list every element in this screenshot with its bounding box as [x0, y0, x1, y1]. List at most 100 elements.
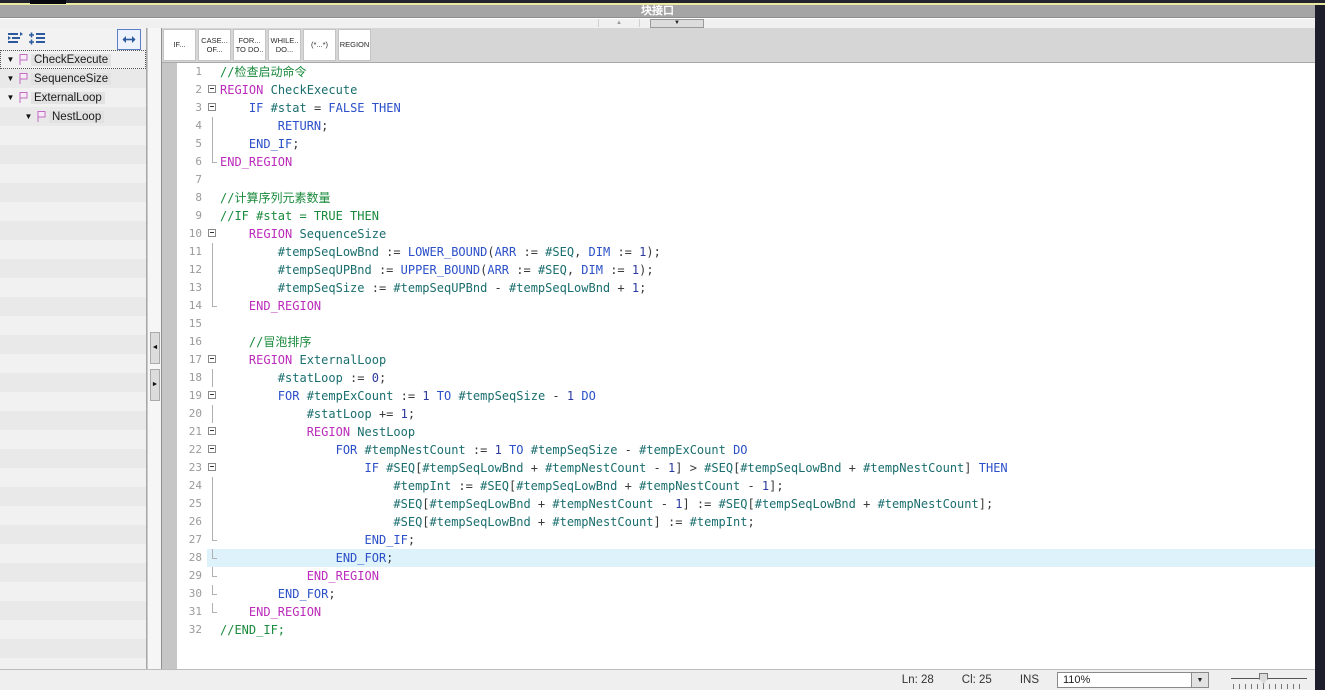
code-line-body[interactable] [207, 171, 1315, 189]
fold-guide [207, 207, 220, 225]
fold-guide [207, 189, 220, 207]
tree-item-externalloop[interactable]: ▼ExternalLoop [0, 88, 146, 107]
code-line-body[interactable]: #tempSeqUPBnd := UPPER_BOUND(ARR := #SEQ… [207, 261, 1315, 279]
tree-expander-icon[interactable]: ▼ [4, 55, 17, 64]
zoom-slider[interactable] [1231, 672, 1307, 688]
zoom-slider-ticks [1233, 684, 1305, 689]
code-line-body[interactable]: RETURN; [207, 117, 1315, 135]
code-line-22: 22 FOR #tempNestCount := 1 TO #tempSeqSi… [177, 441, 1315, 459]
code-line-body[interactable]: END_FOR; [207, 585, 1315, 603]
code-line-5: 5 END_IF; [177, 135, 1315, 153]
region-flag-icon [17, 72, 31, 85]
line-number: 7 [177, 171, 207, 189]
line-number: 11 [177, 243, 207, 261]
code-line-body[interactable]: //检查启动命令 [207, 63, 1315, 81]
code-line-21: 21 REGION NestLoop [177, 423, 1315, 441]
fold-guide [207, 261, 220, 279]
interface-splitter-row: ▲ ▼ [0, 18, 1315, 28]
tree-expander-icon[interactable]: ▼ [4, 74, 17, 83]
toolbar-button-label: IF... [173, 40, 185, 49]
code-line-body[interactable]: #statLoop += 1; [207, 405, 1315, 423]
code-line-body[interactable]: END_IF; [207, 531, 1315, 549]
code-line-body[interactable]: END_IF; [207, 135, 1315, 153]
toolbar-button-if[interactable]: IF... [163, 29, 196, 61]
code-line-body[interactable]: #SEQ[#tempSeqLowBnd + #tempNestCount] :=… [207, 513, 1315, 531]
toolbar-button-case-of[interactable]: CASE...OF... [198, 29, 231, 61]
code-line-body[interactable]: #tempSeqLowBnd := LOWER_BOUND(ARR := #SE… [207, 243, 1315, 261]
tree-item-checkexecute[interactable]: ▼CheckExecute [0, 50, 146, 69]
code-line-body[interactable]: //END_IF; [207, 621, 1315, 639]
code-line-body[interactable]: FOR #tempNestCount := 1 TO #tempSeqSize … [207, 441, 1315, 459]
toolbar-button-for-to-do[interactable]: FOR...TO DO.. [233, 29, 266, 61]
code-line-body[interactable]: #tempInt := #SEQ[#tempSeqLowBnd + #tempN… [207, 477, 1315, 495]
code-text: IF #stat = FALSE THEN [220, 99, 401, 117]
fold-guide [207, 495, 220, 513]
cursor-line-indicator: Ln: 28 [902, 674, 934, 686]
splitter-collapse-left-button[interactable]: ◄ [150, 332, 160, 364]
tree-expander-icon[interactable]: ▼ [4, 93, 17, 102]
fold-collapse-icon[interactable] [207, 81, 220, 99]
zoom-level-value: 110% [1058, 674, 1191, 686]
code-line-body[interactable]: //IF #stat = TRUE THEN [207, 207, 1315, 225]
code-line-body[interactable]: REGION SequenceSize [207, 225, 1315, 243]
code-line-body[interactable]: REGION NestLoop [207, 423, 1315, 441]
splitter-collapse-right-button[interactable]: ► [150, 369, 160, 401]
expand-all-icon[interactable] [28, 31, 46, 47]
fold-collapse-icon[interactable] [207, 351, 220, 369]
tree-expander-icon[interactable]: ▼ [22, 112, 35, 121]
toolbar-button-comment[interactable]: (*...*) [303, 29, 336, 61]
tree-item-sequencesize[interactable]: ▼ SequenceSize [0, 69, 146, 88]
code-line-body[interactable] [207, 315, 1315, 333]
code-line-body[interactable]: //冒泡排序 [207, 333, 1315, 351]
fold-collapse-icon[interactable] [207, 423, 220, 441]
collapse-all-icon[interactable] [6, 31, 24, 47]
tree-item-nestloop[interactable]: ▼ NestLoop [18, 107, 146, 126]
collapse-interface-button[interactable]: ▼ [650, 19, 704, 28]
fold-collapse-icon[interactable] [207, 441, 220, 459]
code-line-body[interactable]: #SEQ[#tempSeqLowBnd + #tempNestCount - 1… [207, 495, 1315, 513]
code-text: END_REGION [220, 153, 292, 171]
fold-guide [207, 603, 220, 621]
tree-item-label: NestLoop [49, 111, 104, 123]
code-line-31: 31 END_REGION [177, 603, 1315, 621]
code-line-body[interactable]: END_REGION [207, 567, 1315, 585]
line-number: 22 [177, 441, 207, 459]
fold-collapse-icon[interactable] [207, 225, 220, 243]
zoom-level-dropdown[interactable]: 110% ▼ [1057, 672, 1209, 688]
current-code-line[interactable]: END_FOR; [207, 549, 1315, 567]
code-line-body[interactable]: #tempSeqSize := #tempSeqUPBnd - #tempSeq… [207, 279, 1315, 297]
line-number: 20 [177, 405, 207, 423]
toolbar-button-label: OF... [207, 45, 223, 54]
dropdown-arrow-icon[interactable]: ▼ [1191, 673, 1208, 687]
code-line-body[interactable]: END_REGION [207, 603, 1315, 621]
code-line-17: 17 REGION ExternalLoop [177, 351, 1315, 369]
code-line-9: 9//IF #stat = TRUE THEN [177, 207, 1315, 225]
code-line-body[interactable]: END_REGION [207, 297, 1315, 315]
code-line-body[interactable]: //计算序列元素数量 [207, 189, 1315, 207]
zoom-slider-thumb[interactable] [1259, 673, 1268, 684]
code-text: END_FOR; [220, 585, 336, 603]
code-line-body[interactable]: IF #SEQ[#tempSeqLowBnd + #tempNestCount … [207, 459, 1315, 477]
code-line-19: 19 FOR #tempExCount := 1 TO #tempSeqSize… [177, 387, 1315, 405]
scl-code-editor[interactable]: 1//检查启动命令2REGION CheckExecute3 IF #stat … [177, 62, 1315, 670]
panel-splitter[interactable]: ◄ ► [147, 27, 162, 670]
fold-collapse-icon[interactable] [207, 99, 220, 117]
code-line-body[interactable]: FOR #tempExCount := 1 TO #tempSeqSize - … [207, 387, 1315, 405]
code-line-body[interactable]: #statLoop := 0; [207, 369, 1315, 387]
line-number: 16 [177, 333, 207, 351]
fold-collapse-icon[interactable] [207, 459, 220, 477]
code-line-body[interactable]: END_REGION [207, 153, 1315, 171]
fold-collapse-icon[interactable] [207, 387, 220, 405]
toolbar-button-region[interactable]: REGION [338, 29, 371, 61]
code-line-body[interactable]: REGION CheckExecute [207, 81, 1315, 99]
toolbar-button-while-do[interactable]: WHILE..DO... [268, 29, 301, 61]
fold-guide [207, 567, 220, 585]
expand-interface-button[interactable]: ▲ [598, 19, 640, 27]
horizontal-arrows-icon [122, 34, 136, 45]
line-number: 31 [177, 603, 207, 621]
code-line-body[interactable]: REGION ExternalLoop [207, 351, 1315, 369]
tree-item-label: SequenceSize [31, 73, 111, 85]
code-line-32: 32//END_IF; [177, 621, 1315, 639]
code-line-body[interactable]: IF #stat = FALSE THEN [207, 99, 1315, 117]
resize-panel-button[interactable] [117, 29, 141, 50]
